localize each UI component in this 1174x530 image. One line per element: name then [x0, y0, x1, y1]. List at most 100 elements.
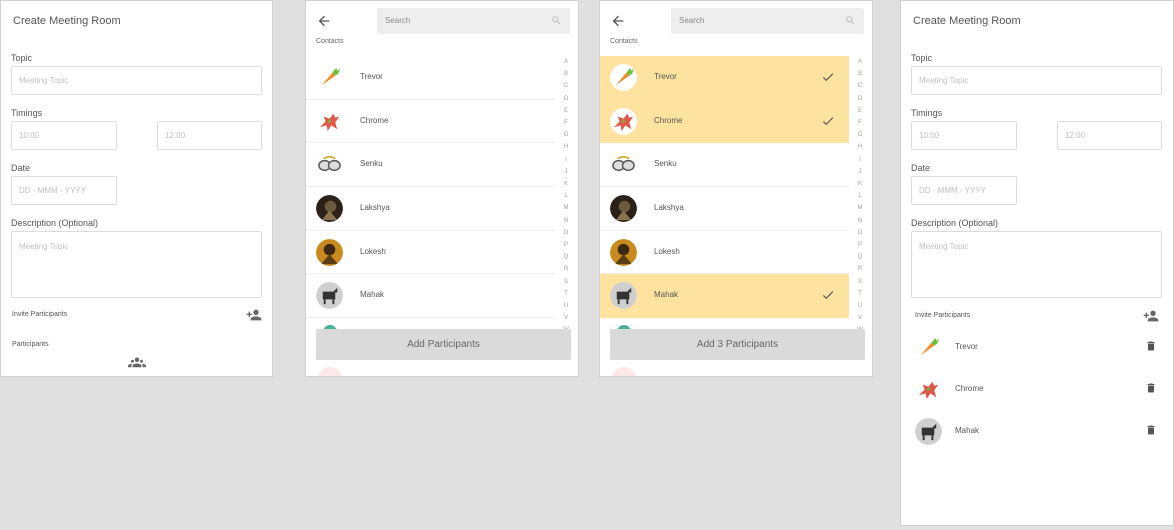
alpha-letter[interactable]: D — [562, 93, 570, 105]
alpha-letter[interactable]: M — [562, 202, 570, 214]
alpha-letter[interactable]: I — [856, 154, 864, 166]
dragon-avatar — [915, 376, 942, 403]
alphabet-index[interactable]: ABCDEFGHIJKLMNOPQRSTUVWX — [856, 56, 864, 349]
alpha-letter[interactable]: H — [562, 141, 570, 153]
alpha-letter[interactable]: B — [856, 68, 864, 80]
alpha-letter[interactable]: N — [562, 215, 570, 227]
alpha-letter[interactable]: T — [856, 288, 864, 300]
description-label: Description (Optional) — [11, 218, 99, 228]
alpha-letter[interactable]: F — [856, 117, 864, 129]
delete-icon[interactable] — [1145, 340, 1157, 352]
list-item[interactable]: Mahak — [306, 274, 555, 319]
end-time-field[interactable]: 12:00 — [1057, 121, 1162, 150]
check-icon — [822, 291, 834, 300]
alpha-letter[interactable]: E — [856, 105, 864, 117]
topic-input[interactable]: Meeting Topic — [11, 66, 262, 95]
add-person-icon[interactable] — [246, 307, 262, 323]
search-input[interactable]: Search — [671, 8, 864, 34]
date-label: Date — [911, 163, 931, 173]
alpha-letter[interactable]: A — [562, 56, 570, 68]
start-time-field[interactable]: 10:00 — [911, 121, 1017, 150]
alpha-letter[interactable]: Q — [562, 251, 570, 263]
participant-name: Mahak — [955, 426, 980, 435]
alpha-letter[interactable]: U — [562, 300, 570, 312]
alpha-letter[interactable]: J — [856, 166, 864, 178]
top-bar: Search — [306, 1, 578, 41]
alphabet-index[interactable]: ABCDEFGHIJKLMNOPQRSTUVWX — [562, 56, 570, 349]
list-item[interactable]: Lakshya — [600, 187, 849, 231]
list-item[interactable]: Trevor — [600, 56, 849, 100]
page-title: Create Meeting Room — [13, 15, 121, 27]
alpha-letter[interactable]: Q — [856, 251, 864, 263]
alpha-letter[interactable]: P — [562, 239, 570, 251]
contact-name: Lakshya — [360, 203, 390, 213]
alpha-letter[interactable]: V — [856, 312, 864, 324]
description-label: Description (Optional) — [911, 218, 999, 228]
alpha-letter[interactable]: D — [856, 93, 864, 105]
search-placeholder: Search — [385, 16, 411, 25]
alpha-letter[interactable]: G — [562, 129, 570, 141]
goat-avatar — [316, 282, 343, 309]
alpha-letter[interactable]: F — [562, 117, 570, 129]
end-time-field[interactable]: 12:00 — [157, 121, 262, 150]
list-item[interactable]: Trevor — [306, 56, 555, 100]
description-textarea[interactable]: Meeting Topic — [11, 231, 262, 298]
alpha-letter[interactable]: O — [856, 227, 864, 239]
participant-row: Trevor — [901, 326, 1173, 368]
list-item[interactable]: Chrome — [306, 100, 555, 144]
alpha-letter[interactable]: L — [562, 190, 570, 202]
list-item[interactable]: Senku — [600, 143, 849, 188]
list-item[interactable]: Lokesh — [306, 231, 555, 275]
contact-list: Trevor Chrome Senku Lakshya Lokesh Mahak — [600, 56, 849, 319]
alpha-letter[interactable]: R — [562, 263, 570, 275]
alpha-letter[interactable]: C — [856, 80, 864, 92]
start-time-field[interactable]: 10:00 — [11, 121, 117, 150]
alpha-letter[interactable]: C — [562, 80, 570, 92]
back-arrow-icon[interactable] — [316, 13, 332, 29]
alpha-letter[interactable]: L — [856, 190, 864, 202]
contact-name: Trevor — [360, 72, 383, 81]
back-arrow-icon[interactable] — [610, 13, 626, 29]
date-field[interactable]: DD - MMM - YYYY — [11, 176, 117, 205]
delete-icon[interactable] — [1145, 424, 1157, 436]
photo-avatar — [610, 195, 637, 222]
topic-input[interactable]: Meeting Topic — [911, 66, 1162, 95]
alpha-letter[interactable]: T — [562, 288, 570, 300]
date-field[interactable]: DD - MMM - YYYY — [911, 176, 1017, 205]
photo-avatar — [316, 195, 343, 222]
alpha-letter[interactable]: S — [856, 276, 864, 288]
add-participants-button[interactable]: Add Participants — [316, 329, 571, 360]
list-item[interactable]: Chrome — [600, 99, 849, 144]
alpha-letter[interactable]: U — [856, 300, 864, 312]
alpha-letter[interactable]: O — [562, 227, 570, 239]
alpha-letter[interactable]: S — [562, 276, 570, 288]
list-item[interactable]: Lokesh — [600, 231, 849, 275]
alpha-letter[interactable]: J — [562, 166, 570, 178]
alpha-letter[interactable]: K — [562, 178, 570, 190]
timings-label: Timings — [11, 108, 43, 118]
add-participants-button[interactable]: Add 3 Participants — [610, 329, 865, 360]
search-input[interactable]: Search — [377, 8, 570, 34]
alpha-letter[interactable]: M — [856, 202, 864, 214]
list-item[interactable]: Lakshya — [306, 187, 555, 231]
alpha-letter[interactable]: P — [856, 239, 864, 251]
list-item[interactable]: Senku — [306, 143, 555, 188]
delete-icon[interactable] — [1145, 382, 1157, 394]
alpha-letter[interactable]: G — [856, 129, 864, 141]
add-person-icon[interactable] — [1143, 308, 1159, 324]
alpha-letter[interactable]: N — [856, 215, 864, 227]
contact-name: Senku — [654, 159, 677, 169]
alpha-letter[interactable]: B — [562, 68, 570, 80]
list-item[interactable]: Mahak — [600, 274, 849, 319]
description-textarea[interactable]: Meeting Topic — [911, 231, 1162, 298]
alpha-letter[interactable]: V — [562, 312, 570, 324]
alpha-letter[interactable]: E — [562, 105, 570, 117]
alpha-letter[interactable]: K — [856, 178, 864, 190]
alpha-letter[interactable]: A — [856, 56, 864, 68]
alpha-letter[interactable]: R — [856, 263, 864, 275]
alpha-letter[interactable]: I — [562, 154, 570, 166]
goggles-avatar — [610, 151, 637, 178]
date-label: Date — [11, 163, 31, 173]
alpha-letter[interactable]: H — [856, 141, 864, 153]
participant-row: Chrome — [901, 368, 1173, 410]
